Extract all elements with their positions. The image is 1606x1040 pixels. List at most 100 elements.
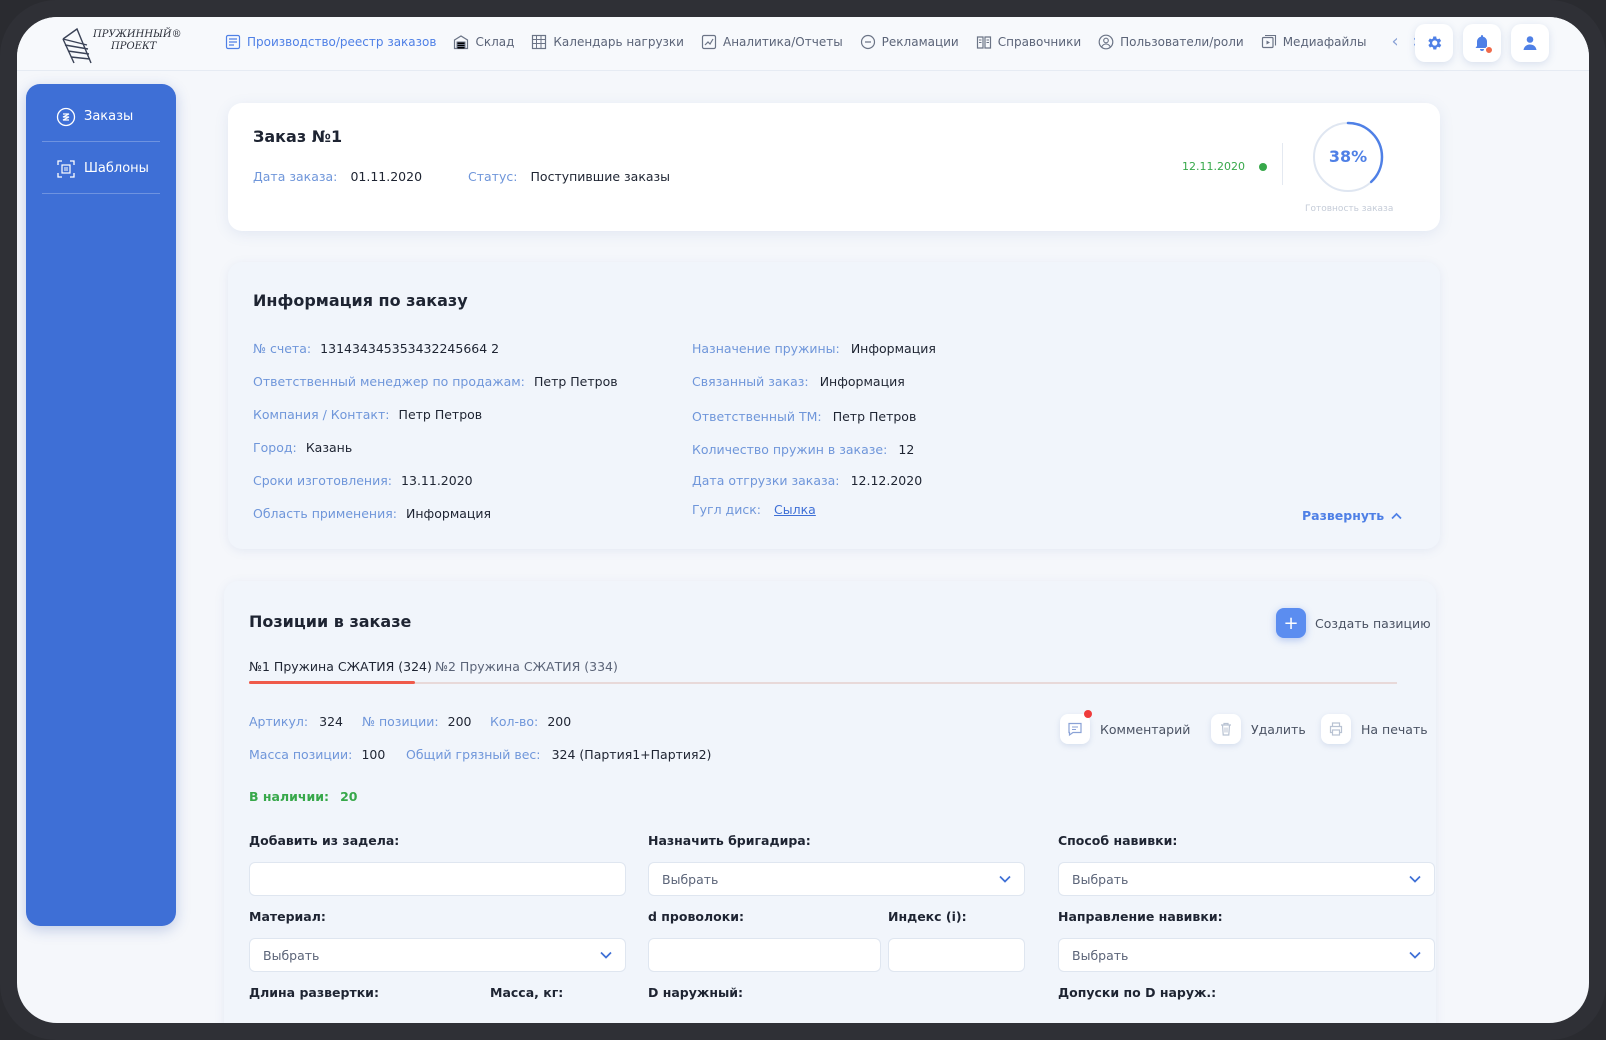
order-progress-caption: Готовность заказа (1305, 204, 1394, 214)
minus-circle-icon (860, 34, 876, 50)
brand-logo[interactable]: ПРУЖИННЫЙ® ПРОЕКТ (57, 23, 182, 67)
position-quantity: Кол-во: 200 (490, 711, 571, 730)
tab-position-2[interactable]: №2 Пружина СЖАТИЯ (334) (435, 659, 618, 674)
google-drive-link[interactable]: Сылка (774, 502, 816, 517)
index-label: Индекс (i): (888, 909, 967, 924)
sidebar-item-orders[interactable]: Заказы (42, 92, 160, 142)
position-label: Масса позиции: (249, 747, 353, 762)
print-button[interactable]: На печать (1321, 714, 1428, 744)
orders-icon (56, 107, 76, 127)
gear-icon (1428, 36, 1442, 50)
notifications-button[interactable] (1463, 24, 1501, 62)
user-icon (1523, 36, 1537, 50)
index-input[interactable] (888, 938, 1025, 972)
user-circle-icon (1098, 34, 1114, 50)
comment-label: Комментарий (1100, 721, 1191, 737)
app-screen: ПРУЖИННЫЙ® ПРОЕКТ Производство/реестр за… (17, 17, 1589, 1023)
info-value: Петр Петров (533, 374, 618, 389)
winding-method-select[interactable]: Выбрать (1058, 862, 1435, 896)
info-value: 12 (898, 442, 915, 457)
main-nav: Производство/реестр заказов Склад Календ… (225, 33, 1426, 51)
info-company: Компания / Контакт: Петр Петров (253, 404, 482, 423)
material-select[interactable]: Выбрать (249, 938, 626, 972)
nav-item-claims[interactable]: Рекламации (860, 34, 959, 50)
info-label: Город: (253, 440, 297, 455)
winding-direction-select[interactable]: Выбрать (1058, 938, 1435, 972)
position-value: 324 (319, 714, 343, 729)
brand-name: ПРУЖИННЫЙ® ПРОЕКТ (93, 29, 182, 53)
top-navigation-bar: ПРУЖИННЫЙ® ПРОЕКТ Производство/реестр за… (17, 17, 1589, 71)
info-spring-purpose: Назначение пружины: Информация (692, 338, 936, 357)
nav-prev-button[interactable]: ‹ (1391, 33, 1398, 51)
info-value: Информация (819, 374, 905, 389)
nav-item-users-roles[interactable]: Пользователи/роли (1098, 34, 1244, 50)
material-select-value: Выбрать (263, 947, 320, 963)
order-date-value: 01.11.2020 (350, 169, 423, 184)
expand-toggle[interactable]: Развернуть (1302, 508, 1402, 523)
nav-item-analytics[interactable]: Аналитика/Отчеты (701, 34, 843, 50)
info-label: Дата отгрузки заказа: (692, 473, 840, 488)
backlog-input[interactable] (249, 862, 626, 896)
nav-label: Календарь нагрузки (553, 35, 684, 49)
chevron-down-icon (999, 875, 1011, 883)
winding-method-label: Способ навивки: (1058, 833, 1178, 848)
info-label: Сроки изготовления: (253, 473, 392, 488)
info-value: Петр Петров (398, 407, 483, 422)
sidebar-item-templates[interactable]: Шаблоны (42, 144, 160, 194)
chevron-down-icon (1409, 875, 1421, 883)
info-responsible-tm: Ответственный ТМ: Петр Петров (692, 406, 916, 425)
nav-label: Аналитика/Отчеты (722, 35, 843, 49)
info-label: Назначение пружины: (692, 341, 840, 356)
spring-logo-icon (62, 27, 92, 64)
nav-item-references[interactable]: Справочники (976, 34, 1081, 50)
info-city: Город: Казань (253, 437, 352, 456)
order-info-card: Информация по заказу № счета: 1314343453… (228, 262, 1440, 549)
brand-line-2: ПРОЕКТ (111, 41, 157, 52)
info-springs-count: Количество пружин в заказе: 12 (692, 439, 914, 458)
trash-icon (1211, 714, 1241, 744)
info-shipment-date: Дата отгрузки заказа: 12.12.2020 (692, 470, 922, 489)
order-status: Статус: Поступившие заказы (468, 166, 670, 185)
comment-badge (1084, 710, 1092, 718)
position-value: 324 (Партия1+Партия2) (551, 747, 712, 762)
info-value: 12.12.2020 (850, 473, 923, 488)
sidebar-item-label: Заказы (84, 109, 134, 124)
info-label: Количество пружин в заказе: (692, 442, 888, 457)
info-label: Ответственный менеджер по продажам: (253, 374, 525, 389)
info-invoice: № счета: 131434345353432245664 2 (253, 338, 499, 357)
tab-position-1[interactable]: №1 Пружина СЖАТИЯ (324) (249, 659, 432, 674)
comment-icon (1060, 710, 1092, 744)
nav-item-calendar[interactable]: Календарь нагрузки (531, 34, 684, 50)
wire-d-input[interactable] (648, 938, 881, 972)
nav-item-warehouse[interactable]: Склад (453, 34, 514, 50)
position-label: Общий грязный вес: (406, 747, 541, 762)
delete-button[interactable]: Удалить (1211, 714, 1306, 744)
info-value: Информация (406, 506, 492, 521)
order-deadline: 12.11.2020 (1182, 160, 1267, 173)
create-position-button[interactable]: + Создать пазицию (1276, 608, 1431, 638)
position-label: Артикул: (249, 714, 309, 729)
nav-label: Производство/реестр заказов (247, 35, 437, 49)
print-label: На печать (1361, 721, 1428, 737)
deadline-status-dot (1258, 162, 1267, 171)
settings-button[interactable] (1415, 24, 1453, 62)
info-label: Связанный заказ: (692, 374, 809, 389)
foreman-select[interactable]: Выбрать (648, 862, 1025, 896)
wire-d-label: d проволоки: (648, 909, 744, 924)
notification-badge (1485, 46, 1493, 54)
position-label: Кол-во: (490, 714, 539, 729)
info-value: Петр Петров (832, 409, 917, 424)
profile-button[interactable] (1511, 24, 1549, 62)
info-google-drive: Гугл диск: Сылка (692, 499, 816, 518)
info-label: Гугл диск: (692, 502, 761, 517)
info-value: 13.11.2020 (401, 473, 473, 488)
chevron-down-icon (600, 951, 612, 959)
winding-direction-label: Направление навивки: (1058, 909, 1223, 924)
info-sales-manager: Ответственный менеджер по продажам: Петр… (253, 371, 618, 390)
order-title: Заказ №1 (253, 127, 343, 146)
nav-item-media[interactable]: Медиафайлы (1261, 34, 1366, 50)
position-value: 200 (547, 714, 572, 729)
position-number: № позиции: 200 (362, 711, 472, 730)
comment-button[interactable]: Комментарий (1060, 710, 1191, 744)
nav-item-orders-registry[interactable]: Производство/реестр заказов (225, 34, 436, 50)
